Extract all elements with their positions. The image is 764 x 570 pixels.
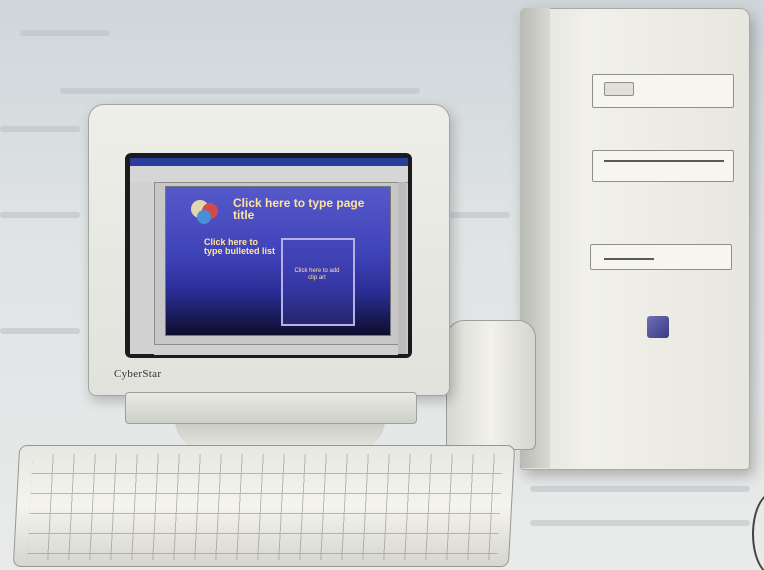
tower-logo-badge	[647, 316, 669, 338]
background-text-line	[60, 88, 420, 94]
floppy-drive-bay	[590, 244, 732, 270]
app-status-bar	[154, 344, 398, 355]
slide-clip-art-placeholder	[281, 238, 355, 326]
computer-photo: Click here to type page title Click here…	[0, 0, 764, 570]
background-text-line	[530, 520, 750, 526]
background-text-line	[20, 30, 110, 36]
slide-title-placeholder: Click here to type page title	[233, 196, 365, 222]
clip-art-graphic	[191, 200, 218, 224]
background-text-line	[0, 328, 80, 334]
keyboard-keys	[27, 454, 503, 560]
background-text-line	[0, 126, 80, 132]
background-text-line	[530, 486, 750, 492]
app-toolbar	[130, 166, 408, 183]
app-title-bar	[130, 158, 408, 166]
cd-drive-slot	[604, 160, 724, 162]
slide-bullet-placeholder: Click here to type bulleted list	[204, 237, 276, 256]
slide-clip-art-text: Click here to add clip art	[294, 268, 340, 281]
monitor-brand-label: CyberStar	[114, 368, 162, 380]
app-scrollbar	[398, 182, 406, 354]
power-button	[604, 82, 634, 96]
background-text-line	[0, 212, 80, 218]
background-text-line	[450, 212, 510, 218]
app-drawing-toolbar	[130, 182, 155, 354]
floppy-drive-slot	[604, 258, 654, 260]
speaker	[446, 320, 536, 450]
monitor-control-panel	[125, 392, 417, 424]
cd-drive-bay	[592, 150, 734, 182]
cable	[752, 492, 764, 570]
